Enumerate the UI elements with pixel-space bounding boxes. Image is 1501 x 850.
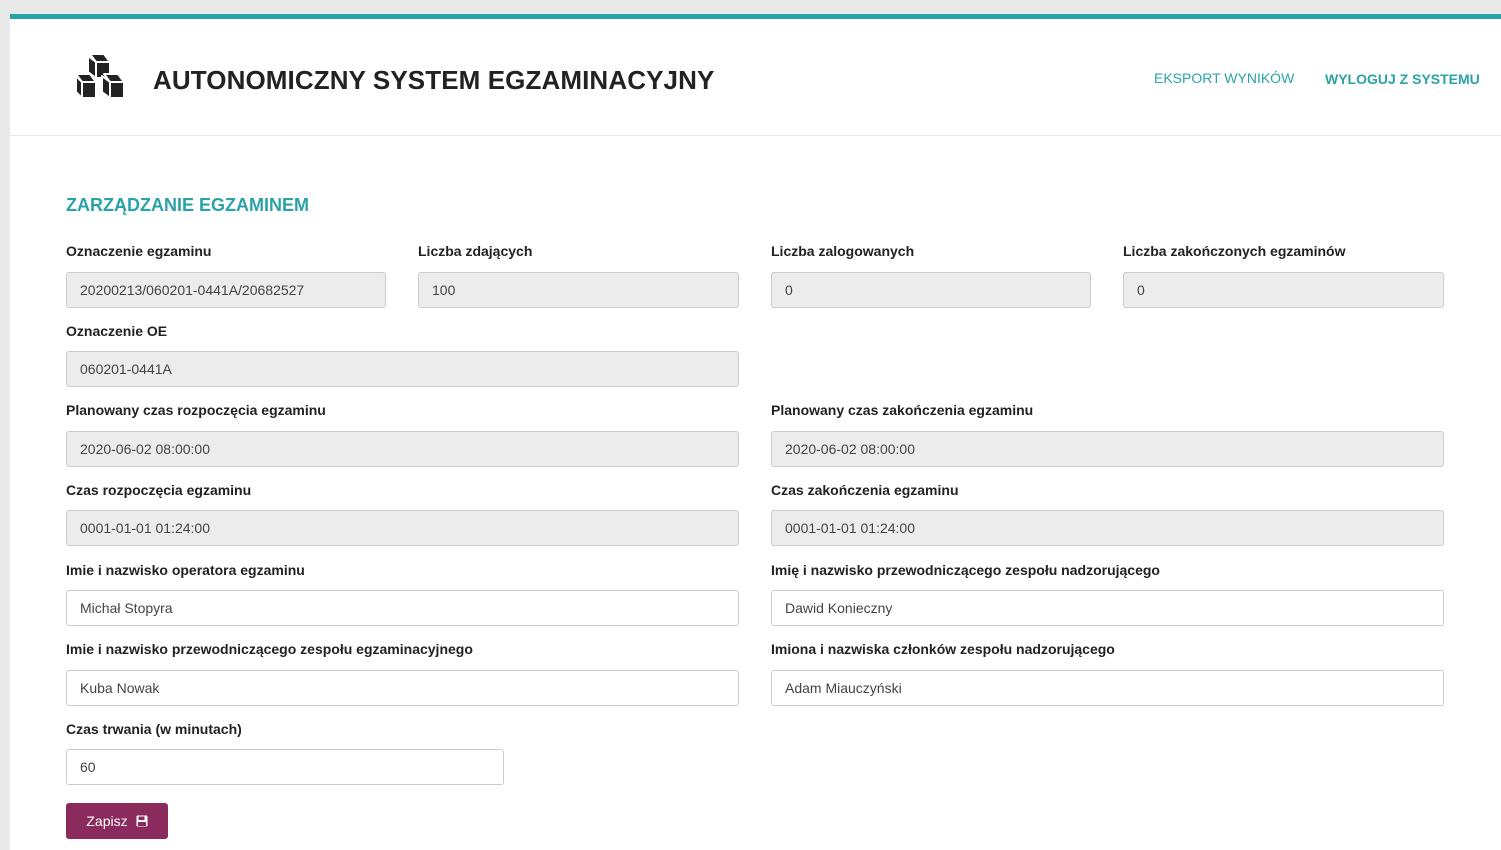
oe-id-field[interactable] — [66, 351, 739, 387]
planned-start-label: Planowany czas rozpoczęcia egzaminu — [66, 402, 326, 418]
logout-link[interactable]: WYLOGUJ Z SYSTEMU — [1325, 71, 1480, 87]
candidates-count-label: Liczba zdających — [418, 243, 533, 259]
candidates-count-field[interactable] — [418, 272, 739, 308]
operator-name-label: Imie i nazwisko operatora egzaminu — [66, 562, 305, 578]
section-title: ZARZĄDZANIE EGZAMINEM — [66, 195, 309, 215]
supervisory-members-label: Imiona i nazwiska członków zespołu nadzo… — [771, 641, 1115, 657]
actual-end-field[interactable] — [771, 510, 1444, 546]
actual-end-label: Czas zakończenia egzaminu — [771, 482, 959, 498]
exam-id-field[interactable] — [66, 272, 386, 308]
actual-start-field[interactable] — [66, 510, 739, 546]
export-results-link[interactable]: EKSPORT WYNIKÓW — [1154, 70, 1294, 86]
planned-start-field[interactable] — [66, 431, 739, 467]
exam-id-label: Oznaczenie egzaminu — [66, 243, 212, 259]
exam-team-chair-label: Imie i nazwisko przewodniczącego zespołu… — [66, 641, 473, 657]
save-button[interactable]: Zapisz — [66, 803, 168, 839]
exam-team-chair-field[interactable] — [66, 670, 739, 706]
header: AUTONOMICZNY SYSTEM EGZAMINACYJNY EKSPOR… — [10, 19, 1501, 136]
page: AUTONOMICZNY SYSTEM EGZAMINACYJNY EKSPOR… — [10, 14, 1501, 850]
supervisory-chair-label: Imię i nazwisko przewodniczącego zespołu… — [771, 562, 1160, 578]
finished-count-field[interactable] — [1123, 272, 1444, 308]
planned-end-field[interactable] — [771, 431, 1444, 467]
operator-name-field[interactable] — [66, 590, 739, 626]
logged-in-count-field[interactable] — [771, 272, 1091, 308]
logged-in-count-label: Liczba zalogowanych — [771, 243, 915, 259]
oe-id-label: Oznaczenie OE — [66, 323, 168, 339]
duration-field[interactable] — [66, 749, 504, 785]
duration-label: Czas trwania (w minutach) — [66, 721, 242, 737]
floppy-disk-icon — [136, 815, 148, 827]
cubes-icon — [75, 53, 125, 99]
supervisory-members-field[interactable] — [771, 670, 1444, 706]
supervisory-chair-field[interactable] — [771, 590, 1444, 626]
save-button-label: Zapisz — [86, 813, 128, 829]
planned-end-label: Planowany czas zakończenia egzaminu — [771, 402, 1034, 418]
actual-start-label: Czas rozpoczęcia egzaminu — [66, 482, 252, 498]
app-title: AUTONOMICZNY SYSTEM EGZAMINACYJNY — [153, 65, 715, 95]
finished-count-label: Liczba zakończonych egzaminów — [1123, 243, 1346, 259]
